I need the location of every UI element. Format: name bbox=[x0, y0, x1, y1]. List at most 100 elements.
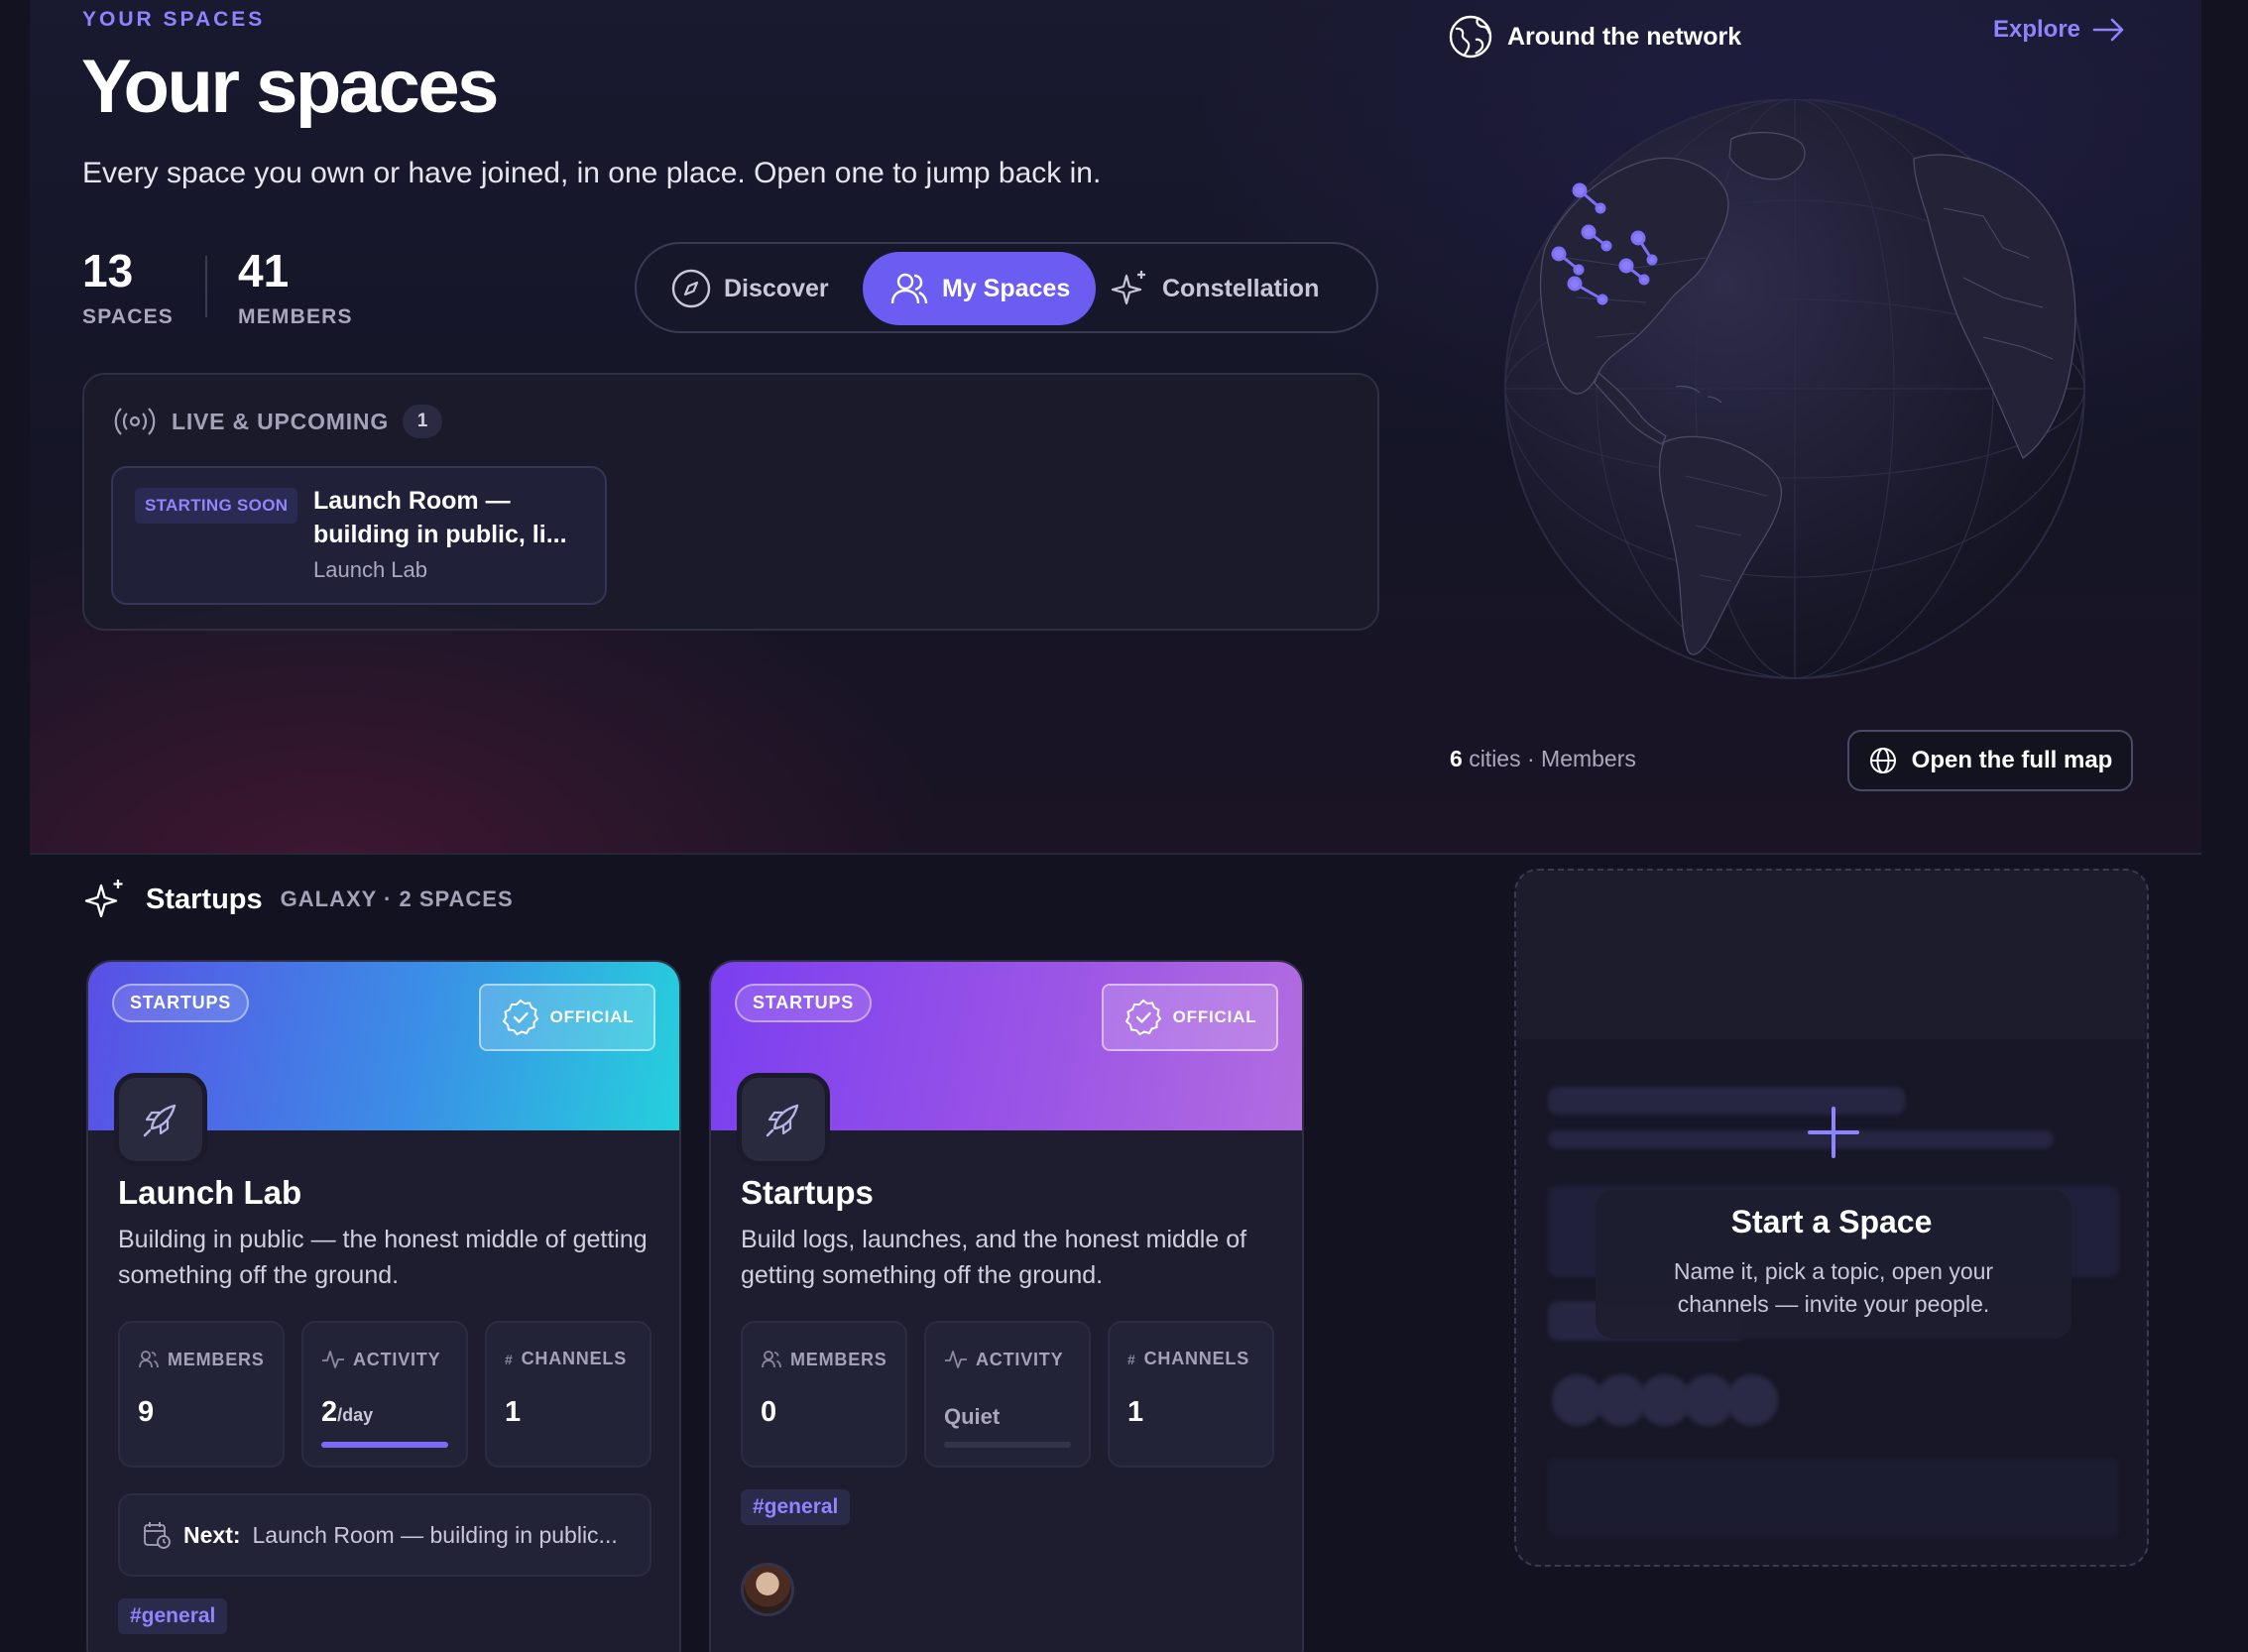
stat-members-label: MEMBERS bbox=[238, 305, 353, 328]
view-tabs: Discover My Spaces Constellation bbox=[635, 242, 1378, 333]
event-space-name: Launch Lab bbox=[313, 557, 427, 582]
activity-stat: ACTIVITY Quiet bbox=[924, 1321, 1091, 1468]
verified-icon bbox=[502, 999, 538, 1036]
rocket-icon bbox=[143, 1104, 177, 1137]
tab-discover[interactable]: Discover bbox=[645, 252, 855, 325]
globe-map bbox=[1504, 98, 2085, 679]
activity-value: 2/day bbox=[321, 1396, 373, 1429]
stat-divider bbox=[205, 256, 207, 317]
activity-stat: ACTIVITY 2/day bbox=[301, 1321, 468, 1468]
members-stat: MEMBERS 0 bbox=[741, 1321, 907, 1468]
network-title: Around the network bbox=[1507, 22, 1742, 51]
event-title: Launch Room — building in public, li... bbox=[313, 487, 567, 548]
placeholder-avatar bbox=[1726, 1374, 1778, 1426]
channels-label: CHANNELS bbox=[521, 1349, 627, 1368]
galaxy-header: Startups GALAXY · 2 SPACES bbox=[82, 877, 514, 922]
official-badge: OFFICIAL bbox=[1102, 984, 1278, 1051]
next-label: Next: bbox=[183, 1521, 241, 1548]
placeholder-block bbox=[1548, 1458, 2119, 1537]
activity-rate: 2 bbox=[321, 1396, 338, 1428]
placeholder-line bbox=[1548, 1130, 2054, 1148]
network-cities-label: cities · Members bbox=[1469, 746, 1636, 771]
network-globe[interactable] bbox=[1487, 98, 2092, 694]
tab-constellation[interactable]: Constellation bbox=[1083, 252, 1345, 325]
channel-chip[interactable]: #general bbox=[741, 1489, 851, 1525]
start-space-card[interactable]: Start a Space Name it, pick a topic, ope… bbox=[1514, 869, 2149, 1567]
network-cities-count: 6 bbox=[1450, 746, 1463, 771]
stat-members: 41 MEMBERS bbox=[238, 248, 353, 329]
activity-bar bbox=[321, 1442, 448, 1448]
page-eyebrow: YOUR SPACES bbox=[82, 8, 266, 31]
start-space-description: Name it, pick a topic, open your channel… bbox=[1673, 1258, 1994, 1317]
official-label: OFFICIAL bbox=[549, 1007, 635, 1026]
space-card-name: Launch Lab bbox=[118, 1174, 302, 1211]
live-upcoming-title: LIVE & UPCOMING bbox=[172, 408, 390, 434]
channels-label: CHANNELS bbox=[1143, 1349, 1249, 1368]
activity-unit: /day bbox=[337, 1405, 374, 1425]
plus-icon bbox=[1808, 1107, 1859, 1158]
channels-stat: # CHANNELS 1 bbox=[485, 1321, 651, 1468]
broadcast-icon bbox=[114, 408, 156, 435]
tab-my-spaces[interactable]: My Spaces bbox=[863, 252, 1097, 325]
members-value: 0 bbox=[761, 1396, 777, 1428]
space-card-launch-lab[interactable]: STARTUPS OFFICIAL Launch Lab Building in… bbox=[86, 960, 681, 1652]
members-stat: MEMBERS 9 bbox=[118, 1321, 285, 1468]
start-space-title: Start a Space bbox=[1730, 1204, 1933, 1239]
space-avatar bbox=[114, 1073, 207, 1166]
stat-spaces-value: 13 bbox=[82, 245, 134, 296]
galaxy-name: Startups bbox=[146, 883, 263, 915]
channels-stat: # CHANNELS 1 bbox=[1108, 1321, 1274, 1468]
tab-my-spaces-label: My Spaces bbox=[942, 274, 1071, 302]
users-icon bbox=[890, 273, 928, 304]
calendar-icon bbox=[144, 1522, 171, 1549]
stat-spaces-label: SPACES bbox=[82, 305, 174, 328]
activity-label: ACTIVITY bbox=[976, 1349, 1064, 1369]
activity-label: ACTIVITY bbox=[353, 1349, 441, 1369]
open-full-map-label: Open the full map bbox=[1911, 747, 2113, 773]
space-card-name: Startups bbox=[741, 1174, 874, 1211]
open-full-map-button[interactable]: Open the full map bbox=[1847, 730, 2133, 791]
channels-value: 1 bbox=[505, 1396, 522, 1428]
explore-link[interactable]: Explore bbox=[1993, 16, 2126, 44]
space-card-tag: STARTUPS bbox=[112, 984, 250, 1022]
official-badge: OFFICIAL bbox=[479, 984, 655, 1051]
official-label: OFFICIAL bbox=[1172, 1007, 1257, 1026]
sparkles-icon bbox=[84, 880, 123, 918]
users-icon bbox=[762, 1351, 781, 1368]
explore-label: Explore bbox=[1993, 16, 2081, 43]
next-event-row[interactable]: Next: Launch Room — building in public..… bbox=[118, 1493, 651, 1577]
tab-constellation-label: Constellation bbox=[1162, 274, 1320, 302]
upcoming-event-card[interactable]: STARTING SOON Launch Room — building in … bbox=[111, 466, 607, 605]
tab-discover-label: Discover bbox=[724, 274, 829, 302]
space-card-startups[interactable]: STARTUPS OFFICIAL Startups Build logs, l… bbox=[709, 960, 1304, 1652]
space-card-stats: MEMBERS 9 ACTIVITY 2/day # CHANNELS 1 bbox=[118, 1321, 651, 1468]
members-label: MEMBERS bbox=[168, 1349, 265, 1369]
page: YOUR SPACES Your spaces Every space you … bbox=[0, 0, 2248, 1652]
members-label: MEMBERS bbox=[790, 1349, 887, 1369]
hash-icon: # bbox=[505, 1351, 514, 1367]
activity-icon bbox=[322, 1351, 344, 1368]
space-card-description: Build logs, launches, and the honest mid… bbox=[741, 1226, 1247, 1289]
users-icon bbox=[139, 1351, 159, 1368]
placeholder-banner bbox=[1516, 871, 2147, 1039]
galaxy-meta: GALAXY · 2 SPACES bbox=[280, 886, 514, 911]
activity-value: Quiet bbox=[944, 1404, 1001, 1429]
live-upcoming-count: 1 bbox=[403, 405, 443, 438]
activity-icon bbox=[945, 1351, 967, 1368]
globe-icon bbox=[1869, 748, 1896, 773]
live-upcoming-header: LIVE & UPCOMING 1 bbox=[112, 405, 443, 438]
members-value: 9 bbox=[138, 1396, 155, 1428]
channel-chip[interactable]: #general bbox=[118, 1598, 228, 1634]
network-meta: 6 cities · Members bbox=[1450, 746, 1636, 772]
arrow-right-icon bbox=[2092, 18, 2124, 42]
rocket-icon bbox=[766, 1104, 799, 1137]
space-card-stats: MEMBERS 0 ACTIVITY Quiet # CHANNELS 1 bbox=[741, 1321, 1274, 1468]
activity-bar-fill bbox=[321, 1442, 448, 1448]
live-upcoming-panel: LIVE & UPCOMING 1 STARTING SOON Launch R… bbox=[82, 373, 1379, 631]
hash-icon: # bbox=[1127, 1351, 1136, 1367]
sparkles-icon bbox=[1111, 271, 1145, 305]
network-header: Around the network bbox=[1448, 14, 1741, 59]
page-subtitle: Every space you own or have joined, in o… bbox=[82, 157, 1102, 189]
activity-bar bbox=[944, 1442, 1071, 1448]
event-status-badge: STARTING SOON bbox=[135, 488, 298, 524]
